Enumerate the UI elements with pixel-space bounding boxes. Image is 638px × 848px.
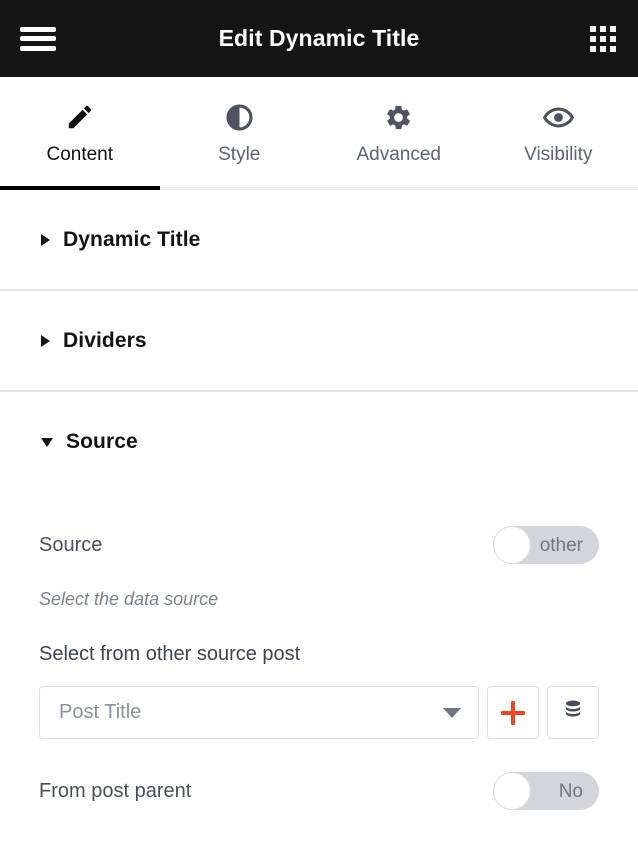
apps-grid-icon[interactable] bbox=[590, 25, 616, 52]
toggle-value: No bbox=[558, 780, 583, 802]
apps-grid-cell bbox=[590, 35, 596, 42]
source-label: Source bbox=[39, 533, 103, 556]
section-dividers: Dividers bbox=[0, 291, 638, 392]
widget-settings-panel: Edit Dynamic Title Content Style Advance… bbox=[0, 0, 638, 848]
source-toggle[interactable]: other bbox=[493, 526, 599, 564]
source-section-body: Source other Select the data source Sele… bbox=[0, 519, 638, 817]
database-source-button[interactable] bbox=[547, 686, 599, 739]
section-title: Dividers bbox=[63, 328, 147, 352]
apps-grid-cell bbox=[600, 25, 606, 32]
hamburger-bar bbox=[20, 26, 56, 32]
chevron-down-icon bbox=[443, 707, 461, 718]
page-title: Edit Dynamic Title bbox=[218, 25, 420, 51]
from-post-parent-toggle[interactable]: No bbox=[493, 772, 599, 810]
from-post-parent-row: From post parent No bbox=[39, 765, 599, 817]
tab-style[interactable]: Style bbox=[160, 77, 320, 187]
pencil-icon bbox=[65, 100, 95, 134]
section-title: Source bbox=[66, 429, 138, 453]
plus-icon bbox=[501, 701, 525, 725]
tab-visibility[interactable]: Visibility bbox=[479, 77, 638, 187]
section-source: Source Source other Select the data sour… bbox=[0, 392, 638, 817]
gear-icon bbox=[384, 100, 413, 134]
chevron-right-icon bbox=[41, 334, 50, 347]
tab-bar: Content Style Advanced Visibility bbox=[0, 77, 638, 190]
database-icon bbox=[561, 698, 585, 727]
apps-grid-cell bbox=[610, 45, 616, 52]
tab-content[interactable]: Content bbox=[0, 77, 160, 190]
tab-label: Style bbox=[218, 144, 261, 165]
apps-grid-cell bbox=[610, 35, 616, 42]
source-helper-text: Select the data source bbox=[39, 589, 219, 609]
tab-label: Visibility bbox=[524, 144, 593, 165]
hamburger-bar bbox=[20, 45, 56, 51]
app-header: Edit Dynamic Title bbox=[0, 0, 638, 77]
section-header-dividers[interactable]: Dividers bbox=[0, 291, 638, 390]
hamburger-bar bbox=[20, 36, 56, 41]
toggle-knob bbox=[493, 526, 531, 564]
hamburger-menu-icon[interactable] bbox=[20, 24, 56, 54]
section-header-source[interactable]: Source bbox=[0, 392, 638, 491]
from-post-parent-label: From post parent bbox=[39, 779, 192, 802]
select-value: Post Title bbox=[59, 701, 142, 723]
toggle-value: other bbox=[539, 534, 583, 556]
select-source-post-label: Select from other source post bbox=[39, 643, 301, 665]
eye-icon bbox=[542, 100, 574, 134]
tab-label: Content bbox=[46, 144, 114, 165]
apps-grid-cell bbox=[610, 25, 616, 32]
source-post-select-row: Post Title bbox=[39, 686, 599, 739]
add-source-button[interactable] bbox=[487, 686, 539, 739]
apps-grid-cell bbox=[590, 25, 596, 32]
toggle-knob bbox=[493, 772, 531, 810]
section-dynamic-title: Dynamic Title bbox=[0, 190, 638, 291]
apps-grid-cell bbox=[600, 35, 606, 42]
apps-grid-cell bbox=[590, 45, 596, 52]
tab-label: Advanced bbox=[356, 144, 441, 165]
section-header-dynamic-title[interactable]: Dynamic Title bbox=[0, 190, 638, 289]
source-post-select[interactable]: Post Title bbox=[39, 686, 479, 739]
chevron-right-icon bbox=[41, 233, 50, 246]
section-title: Dynamic Title bbox=[63, 227, 201, 251]
tab-advanced[interactable]: Advanced bbox=[319, 77, 479, 187]
chevron-down-icon bbox=[41, 438, 53, 447]
source-field-row: Source other bbox=[39, 519, 599, 571]
apps-grid-cell bbox=[600, 45, 606, 52]
contrast-icon bbox=[225, 100, 254, 134]
